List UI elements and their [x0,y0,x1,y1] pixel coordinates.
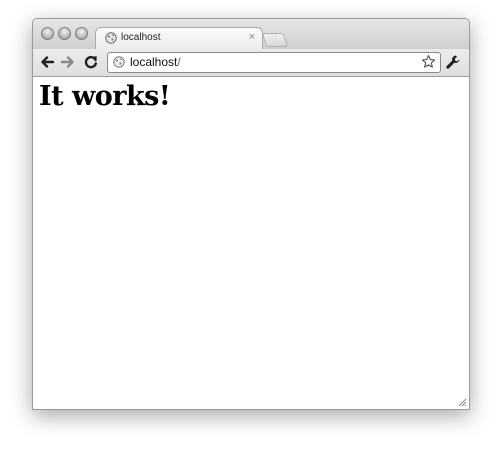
page-viewport: It works! [33,77,469,409]
star-icon[interactable] [421,54,436,69]
close-window-button[interactable] [41,27,54,40]
tab-close-icon[interactable]: × [249,31,255,43]
title-bar: localhost × + [33,19,469,50]
tab-localhost[interactable]: localhost × [95,27,263,50]
url-host: localhost [130,55,178,69]
wrench-icon[interactable] [445,54,461,70]
new-tab-button[interactable]: + [261,32,289,47]
resize-grip-icon[interactable] [457,397,467,407]
browser-window: localhost × + localhost/ It works! [32,18,470,410]
page-heading: It works! [39,81,171,112]
browser-toolbar: localhost/ [33,49,469,77]
minimize-window-button[interactable] [58,27,71,40]
url-path: / [177,55,181,69]
back-arrow-icon[interactable] [38,53,56,71]
forward-arrow-icon[interactable] [59,53,77,71]
reload-icon[interactable] [82,53,100,71]
address-bar[interactable]: localhost/ [107,52,441,73]
address-url: localhost/ [130,55,181,69]
plus-icon: + [270,32,277,44]
tab-title: localhost [121,32,161,43]
zoom-window-button[interactable] [75,27,88,40]
site-info-globe-icon[interactable] [113,56,125,68]
globe-icon [105,32,117,44]
